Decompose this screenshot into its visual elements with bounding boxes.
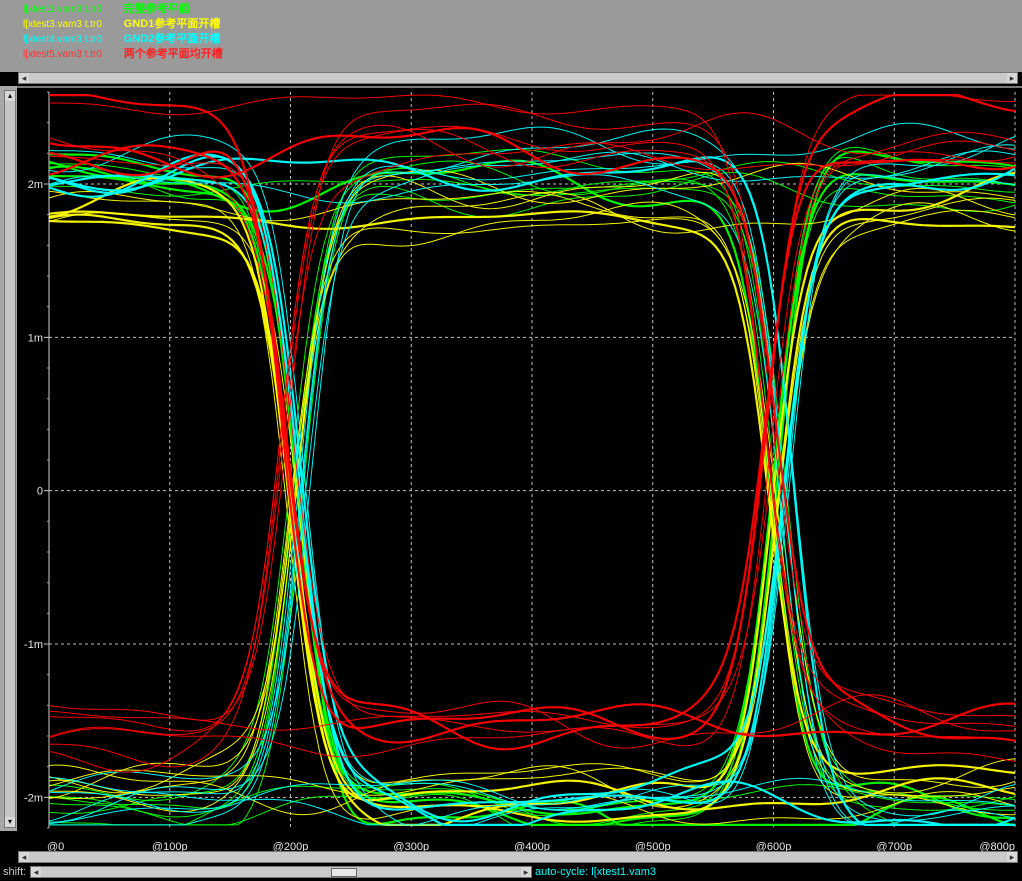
scroll-left-icon[interactable]: ◂ xyxy=(19,852,29,862)
vertical-scrollbar[interactable]: ▴ ▾ xyxy=(4,90,16,828)
auto-cycle-status: auto-cycle: l[xtest1.vam3 xyxy=(535,866,657,878)
series-trace xyxy=(48,150,1016,751)
y-tick-label: 1m xyxy=(28,332,43,344)
legend-file-label: l[xtest5.vam3 t.tr0 xyxy=(23,49,102,60)
legend-entry[interactable]: l[xtest1.vam3 t.tr0 完整参考平面 xyxy=(23,2,190,17)
legend-panel: l[xtest1.vam3 t.tr0 完整参考平面 l[xtest3.vam3… xyxy=(0,0,1022,84)
bottom-status-bar: ◂ ▸ ◂ ▸ xyxy=(0,851,1022,881)
scroll-down-icon[interactable]: ▾ xyxy=(5,817,15,827)
y-tick-label: -2m xyxy=(24,792,43,804)
shift-label: shift: xyxy=(3,866,27,878)
scroll-right-icon[interactable]: ▸ xyxy=(1007,73,1017,83)
vertical-scroll-area: ▴ ▾ xyxy=(0,86,17,831)
scroll-right-icon[interactable]: ▸ xyxy=(521,867,531,877)
legend-box: l[xtest1.vam3 t.tr0 完整参考平面 l[xtest3.vam3… xyxy=(3,2,1015,66)
scroll-left-icon[interactable]: ◂ xyxy=(31,867,41,877)
legend-series-label: 两个参考平面均开槽 xyxy=(123,48,223,60)
legend-series-label: 完整参考平面 xyxy=(123,3,190,15)
scroll-right-icon[interactable]: ▸ xyxy=(1007,852,1017,862)
scroll-up-icon[interactable]: ▴ xyxy=(5,91,15,101)
scroll-left-icon[interactable]: ◂ xyxy=(19,73,29,83)
legend-horizontal-scrollbar[interactable]: ◂ ▸ xyxy=(18,72,1018,84)
y-tick-label: -1m xyxy=(24,639,43,651)
legend-series-label: GND2参考平面开槽 xyxy=(123,33,221,45)
shift-slider[interactable]: ◂ ▸ xyxy=(30,866,532,878)
series-trace xyxy=(48,171,1016,826)
grid xyxy=(44,91,1016,829)
legend-series-label: GND1参考平面开槽 xyxy=(123,18,221,30)
plot-area[interactable]: 2m 1m 0 -1m -2m @0 @100p @200p @300p @400p @500p @… xyxy=(17,86,1022,853)
legend-entry[interactable]: l[xtest5.vam3 t.tr0 两个参考平面均开槽 xyxy=(23,47,223,62)
legend-file-label: l[xtest4.vam3 t.tr0 xyxy=(23,34,102,45)
legend-file-label: l[xtest3.vam3 t.tr0 xyxy=(23,19,102,30)
legend-entry[interactable]: l[xtest3.vam3 t.tr0 GND1参考平面开槽 xyxy=(23,17,220,32)
y-axis-tick-labels: 2m 1m 0 -1m -2m xyxy=(24,179,43,804)
eye-diagram-chart[interactable]: 2m1m0-1m-2m @0 @100p @200p @300p @400p @500p @… xyxy=(17,88,1022,853)
shift-slider-thumb[interactable] xyxy=(331,868,357,877)
y-tick-label: 0 xyxy=(37,486,43,498)
series-trace xyxy=(48,210,1016,775)
legend-entry[interactable]: l[xtest4.vam3 t.tr0 GND2参考平面开槽 xyxy=(23,32,220,47)
y-tick-label: 2m xyxy=(28,179,43,191)
time-horizontal-scrollbar[interactable]: ◂ ▸ xyxy=(18,851,1018,863)
legend-file-label: l[xtest1.vam3 t.tr0 xyxy=(23,4,102,15)
series-trace xyxy=(49,172,1016,826)
series-trace xyxy=(48,172,1016,811)
